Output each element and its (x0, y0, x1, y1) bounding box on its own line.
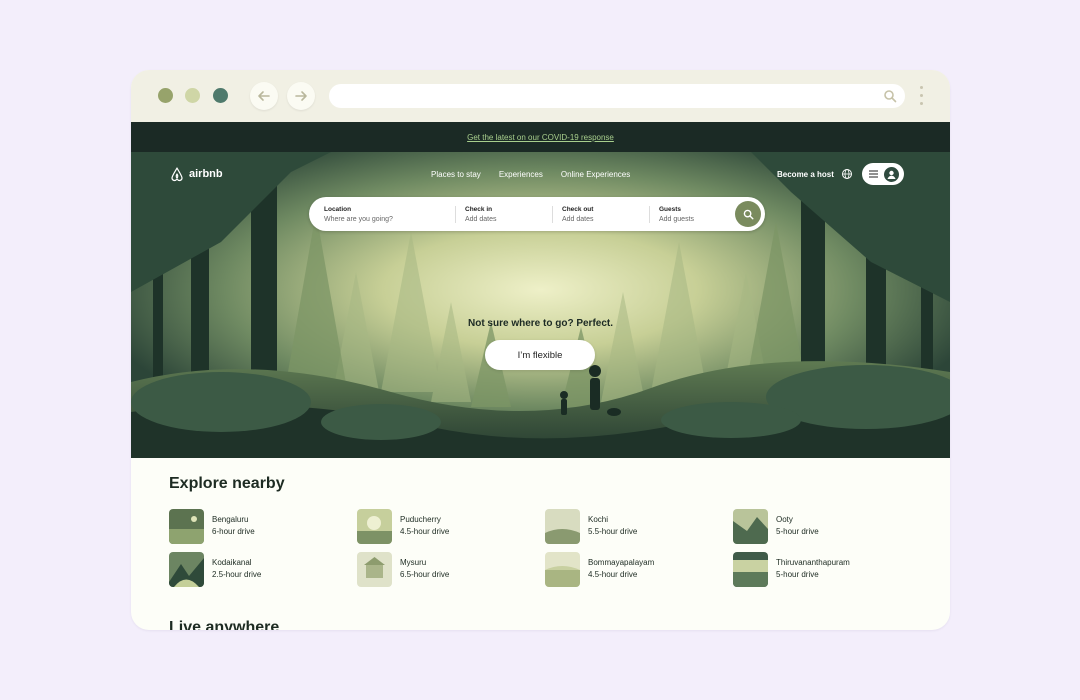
place-name: Kochi (588, 515, 609, 524)
place-drive-time: 4.5-hour drive (400, 527, 450, 536)
nav-places-to-stay[interactable]: Places to stay (431, 170, 481, 179)
covid-notice-link[interactable]: Get the latest on our COVID-19 response (467, 133, 614, 142)
arrow-right-icon (295, 91, 307, 101)
place-card[interactable]: Ooty 5-hour drive (733, 508, 913, 544)
window-maximize-dot[interactable] (213, 88, 228, 103)
check-in-placeholder: Add dates (465, 216, 497, 223)
covid-notice-bar: Get the latest on our COVID-19 response (131, 122, 950, 152)
explore-nearby-heading: Explore nearby (169, 475, 285, 492)
place-name: Puducherry (400, 515, 441, 524)
location-label: Location (324, 206, 352, 213)
search-icon (884, 90, 897, 103)
location-placeholder: Where are you going? (324, 216, 393, 223)
top-navigation: Places to stay Experiences Online Experi… (431, 170, 630, 179)
place-thumbnail (733, 551, 768, 587)
place-name: Ooty (776, 515, 793, 524)
place-thumbnail (733, 508, 768, 544)
user-menu-button[interactable] (862, 163, 904, 185)
guests-field[interactable]: Guests Add guests (659, 205, 694, 225)
browser-chrome (131, 70, 950, 122)
browser-menu-icon[interactable] (920, 86, 924, 106)
nav-experiences[interactable]: Experiences (499, 170, 543, 179)
hero-section: airbnb Places to stay Experiences Online… (131, 152, 950, 458)
place-thumbnail (357, 508, 392, 544)
place-thumbnail (545, 508, 580, 544)
place-drive-time: 5-hour drive (776, 570, 819, 579)
place-drive-time: 6.5-hour drive (400, 570, 450, 579)
place-card[interactable]: Kochi 5.5-hour drive (545, 508, 725, 544)
im-flexible-button[interactable]: I’m flexible (485, 340, 595, 370)
place-card[interactable]: Kodaikanal 2.5-hour drive (169, 551, 349, 587)
search-submit-button[interactable] (735, 201, 761, 227)
check-in-label: Check in (465, 206, 493, 213)
place-card[interactable]: Bommayapalayam 4.5-hour drive (545, 551, 725, 587)
place-drive-time: 5-hour drive (776, 527, 819, 536)
hamburger-menu-icon (869, 170, 878, 178)
place-drive-time: 6-hour drive (212, 527, 255, 536)
guests-placeholder: Add guests (659, 216, 695, 223)
search-divider (552, 206, 553, 223)
logo-wordmark: airbnb (189, 168, 223, 180)
nav-online-experiences[interactable]: Online Experiences (561, 170, 630, 179)
airbnb-belo-icon (171, 167, 183, 182)
guests-label: Guests (659, 206, 682, 213)
place-drive-time: 5.5-hour drive (588, 527, 638, 536)
arrow-left-icon (258, 91, 270, 101)
user-avatar-icon (884, 166, 899, 182)
place-name: Thiruvananthapuram (776, 558, 850, 567)
location-field[interactable]: Location Where are you going? (324, 205, 393, 225)
place-name: Bengaluru (212, 515, 249, 524)
place-card[interactable]: Thiruvananthapuram 5-hour drive (733, 551, 913, 587)
window-minimize-dot[interactable] (185, 88, 200, 103)
place-card[interactable]: Bengaluru 6-hour drive (169, 508, 349, 544)
live-anywhere-heading: Live anywhere (169, 619, 280, 630)
back-button[interactable] (250, 82, 278, 110)
place-name: Bommayapalayam (588, 558, 655, 567)
address-bar[interactable] (329, 84, 905, 108)
become-host-link[interactable]: Become a host (777, 170, 834, 179)
place-thumbnail (545, 551, 580, 587)
search-divider (455, 206, 456, 223)
place-drive-time: 2.5-hour drive (212, 570, 262, 579)
place-thumbnail (169, 551, 204, 587)
browser-window: Get the latest on our COVID-19 response (131, 70, 950, 630)
place-thumbnail (169, 508, 204, 544)
place-card[interactable]: Puducherry 4.5-hour drive (357, 508, 537, 544)
forward-button[interactable] (287, 82, 315, 110)
search-icon (743, 209, 753, 219)
place-name: Mysuru (400, 558, 427, 567)
search-bar: Location Where are you going? Check in A… (309, 197, 765, 231)
place-drive-time: 4.5-hour drive (588, 570, 638, 579)
check-out-placeholder: Add dates (562, 216, 594, 223)
search-divider (649, 206, 650, 223)
window-close-dot[interactable] (158, 88, 173, 103)
place-card[interactable]: Mysuru 6.5-hour drive (357, 551, 537, 587)
check-out-field[interactable]: Check out Add dates (562, 205, 594, 225)
check-out-label: Check out (562, 206, 594, 213)
airbnb-logo[interactable]: airbnb (169, 166, 223, 182)
check-in-field[interactable]: Check in Add dates (465, 205, 497, 225)
globe-icon[interactable] (841, 168, 853, 180)
hero-tagline: Not sure where to go? Perfect. (467, 318, 614, 329)
place-thumbnail (357, 551, 392, 587)
place-name: Kodaikanal (212, 558, 252, 567)
